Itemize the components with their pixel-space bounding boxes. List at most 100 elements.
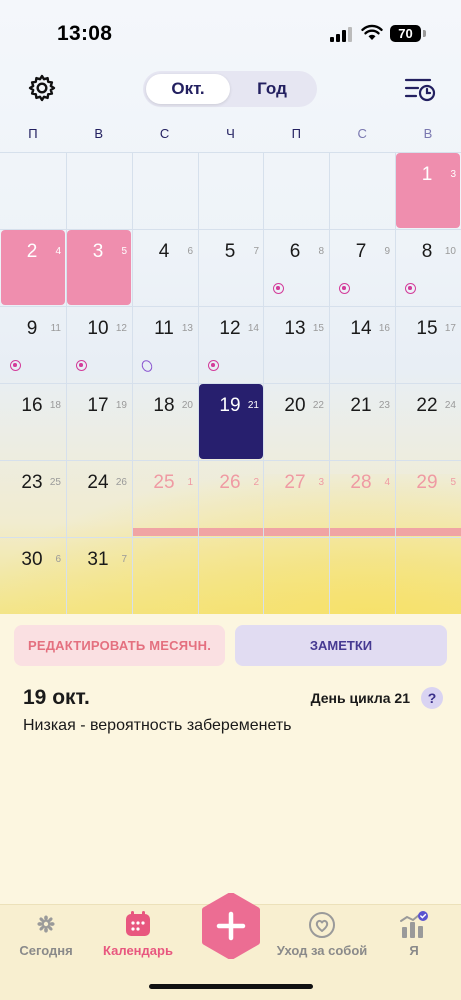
- add-button[interactable]: [199, 892, 263, 960]
- cycle-day-number: 25: [49, 477, 61, 488]
- cycle-day-number: 15: [312, 323, 324, 334]
- battery-icon: 70: [390, 25, 421, 42]
- segment-month[interactable]: Окт.: [146, 74, 230, 104]
- calendar-day-10[interactable]: 10 12: [66, 306, 132, 383]
- calendar-day-23[interactable]: 23 25: [0, 460, 66, 537]
- home-indicator: [149, 984, 313, 989]
- calendar-day-6[interactable]: 68: [263, 229, 329, 306]
- cycle-day-number: 7: [253, 246, 259, 257]
- day-number: 5: [224, 241, 236, 262]
- weekday-label: Ч: [226, 126, 235, 141]
- day-number: 2: [26, 241, 38, 262]
- cycle-day-number: 2: [253, 477, 259, 488]
- tab-calendar-label: Календарь: [103, 943, 173, 958]
- calendar-day-20[interactable]: 20 22: [263, 383, 329, 460]
- day-number: 7: [355, 241, 367, 262]
- cycle-day-number: 4: [384, 477, 390, 488]
- segment-year[interactable]: Год: [230, 74, 314, 104]
- notes-button[interactable]: ЗАМЕТКИ: [235, 625, 447, 666]
- cycle-day-number: 3: [450, 169, 456, 180]
- cycle-day-number: 5: [121, 246, 127, 257]
- day-number: 30: [21, 549, 43, 570]
- calendar-day-31[interactable]: 31 7: [66, 537, 132, 614]
- grid-line: [0, 152, 461, 153]
- calendar-day-7[interactable]: 79: [329, 229, 395, 306]
- fertile-marker-icon: [76, 360, 87, 371]
- calendar-day-16[interactable]: 16 18: [0, 383, 66, 460]
- weekday-label: П: [291, 126, 301, 141]
- calendar-day-24[interactable]: 24 26: [66, 460, 132, 537]
- weekday-label: В: [423, 126, 433, 141]
- fertile-marker-icon: [339, 283, 350, 294]
- calendar-day-14[interactable]: 14 16: [329, 306, 395, 383]
- cycle-day-number: 24: [444, 400, 456, 411]
- day-number: 25: [153, 472, 175, 493]
- cycle-day-label: День цикла 21: [310, 690, 410, 706]
- calendar-day-4[interactable]: 46: [132, 229, 198, 306]
- cycle-day-number: 1: [187, 477, 193, 488]
- cycle-day-number: 23: [378, 400, 390, 411]
- calendar-day-25[interactable]: 25 1: [132, 460, 198, 537]
- wifi-icon: [361, 24, 383, 40]
- calendar-day-27[interactable]: 27 3: [263, 460, 329, 537]
- fertile-marker-icon: [10, 360, 21, 371]
- calendar-grid: 1 3 2 4 3 5 4 6 5 7 6 8 7 9 8 10 9 11 10 12 11 13 12 14 13 15 14 16…: [0, 152, 461, 614]
- calendar-day-5[interactable]: 57: [198, 229, 264, 306]
- cycle-day-number: 9: [384, 246, 390, 257]
- gear-icon: [28, 74, 56, 102]
- day-number: 4: [158, 241, 170, 262]
- status-bar: 13:08 70: [0, 0, 461, 64]
- flower-icon: [37, 915, 55, 933]
- calendar-day-11[interactable]: 11 13: [132, 306, 198, 383]
- cycle-day-number: 11: [50, 323, 61, 334]
- history-button[interactable]: [404, 74, 436, 104]
- calendar-day-9[interactable]: 9 11: [0, 306, 66, 383]
- day-number: 31: [87, 549, 109, 570]
- calendar-day-8[interactable]: 8 10: [395, 229, 461, 306]
- settings-button[interactable]: [26, 72, 58, 104]
- tab-me[interactable]: Я: [384, 905, 444, 1000]
- cycle-day-number: 3: [318, 477, 324, 488]
- day-number: 1: [421, 164, 433, 185]
- calendar-day-18[interactable]: 18 20: [132, 383, 198, 460]
- cycle-day-number: 13: [181, 323, 193, 334]
- help-button[interactable]: ?: [421, 687, 443, 709]
- calendar-day-1[interactable]: 13: [395, 152, 461, 229]
- day-number: 29: [416, 472, 438, 493]
- cycle-day-number: 19: [115, 400, 127, 411]
- edit-period-button[interactable]: РЕДАКТИРОВАТЬ МЕСЯЧН.: [14, 625, 225, 666]
- cycle-day-number: 26: [115, 477, 127, 488]
- list-clock-icon: [404, 78, 436, 102]
- calendar-day-26[interactable]: 26 2: [198, 460, 264, 537]
- calendar-day-13[interactable]: 13 15: [263, 306, 329, 383]
- tab-today-label: Сегодня: [19, 943, 73, 958]
- day-number: 26: [219, 472, 241, 493]
- calendar-day-29[interactable]: 29 5: [395, 460, 461, 537]
- cycle-day-number: 14: [247, 323, 259, 334]
- calendar-icon: [126, 911, 150, 936]
- battery-cap: [423, 30, 426, 37]
- calendar-day-2[interactable]: 24: [0, 229, 66, 306]
- calendar-day-22[interactable]: 22 24: [395, 383, 461, 460]
- status-time: 13:08: [57, 22, 113, 45]
- calendar-day-30[interactable]: 30 6: [0, 537, 66, 614]
- cycle-day-number: 4: [55, 246, 61, 257]
- day-number: 27: [284, 472, 306, 493]
- weekday-label: С: [159, 126, 170, 141]
- view-segmented-control: Окт. Год: [143, 71, 317, 107]
- cycle-day-number: 8: [318, 246, 324, 257]
- calendar-day-12[interactable]: 12 14: [198, 306, 264, 383]
- weekday-label: П: [28, 126, 38, 141]
- calendar-day-21[interactable]: 21 23: [329, 383, 395, 460]
- cycle-day-number: 6: [55, 554, 61, 565]
- calendar-day-19[interactable]: 19 21: [198, 383, 264, 460]
- ovulation-marker-icon: [139, 358, 155, 374]
- cycle-day-number: 18: [49, 400, 61, 411]
- fertile-marker-icon: [405, 283, 416, 294]
- calendar-day-15[interactable]: 15 17: [395, 306, 461, 383]
- heart-circle-icon: [309, 912, 335, 938]
- tab-today[interactable]: Сегодня: [8, 905, 84, 1000]
- calendar-day-17[interactable]: 17 19: [66, 383, 132, 460]
- calendar-day-3[interactable]: 35: [66, 229, 132, 306]
- calendar-day-28[interactable]: 28 4: [329, 460, 395, 537]
